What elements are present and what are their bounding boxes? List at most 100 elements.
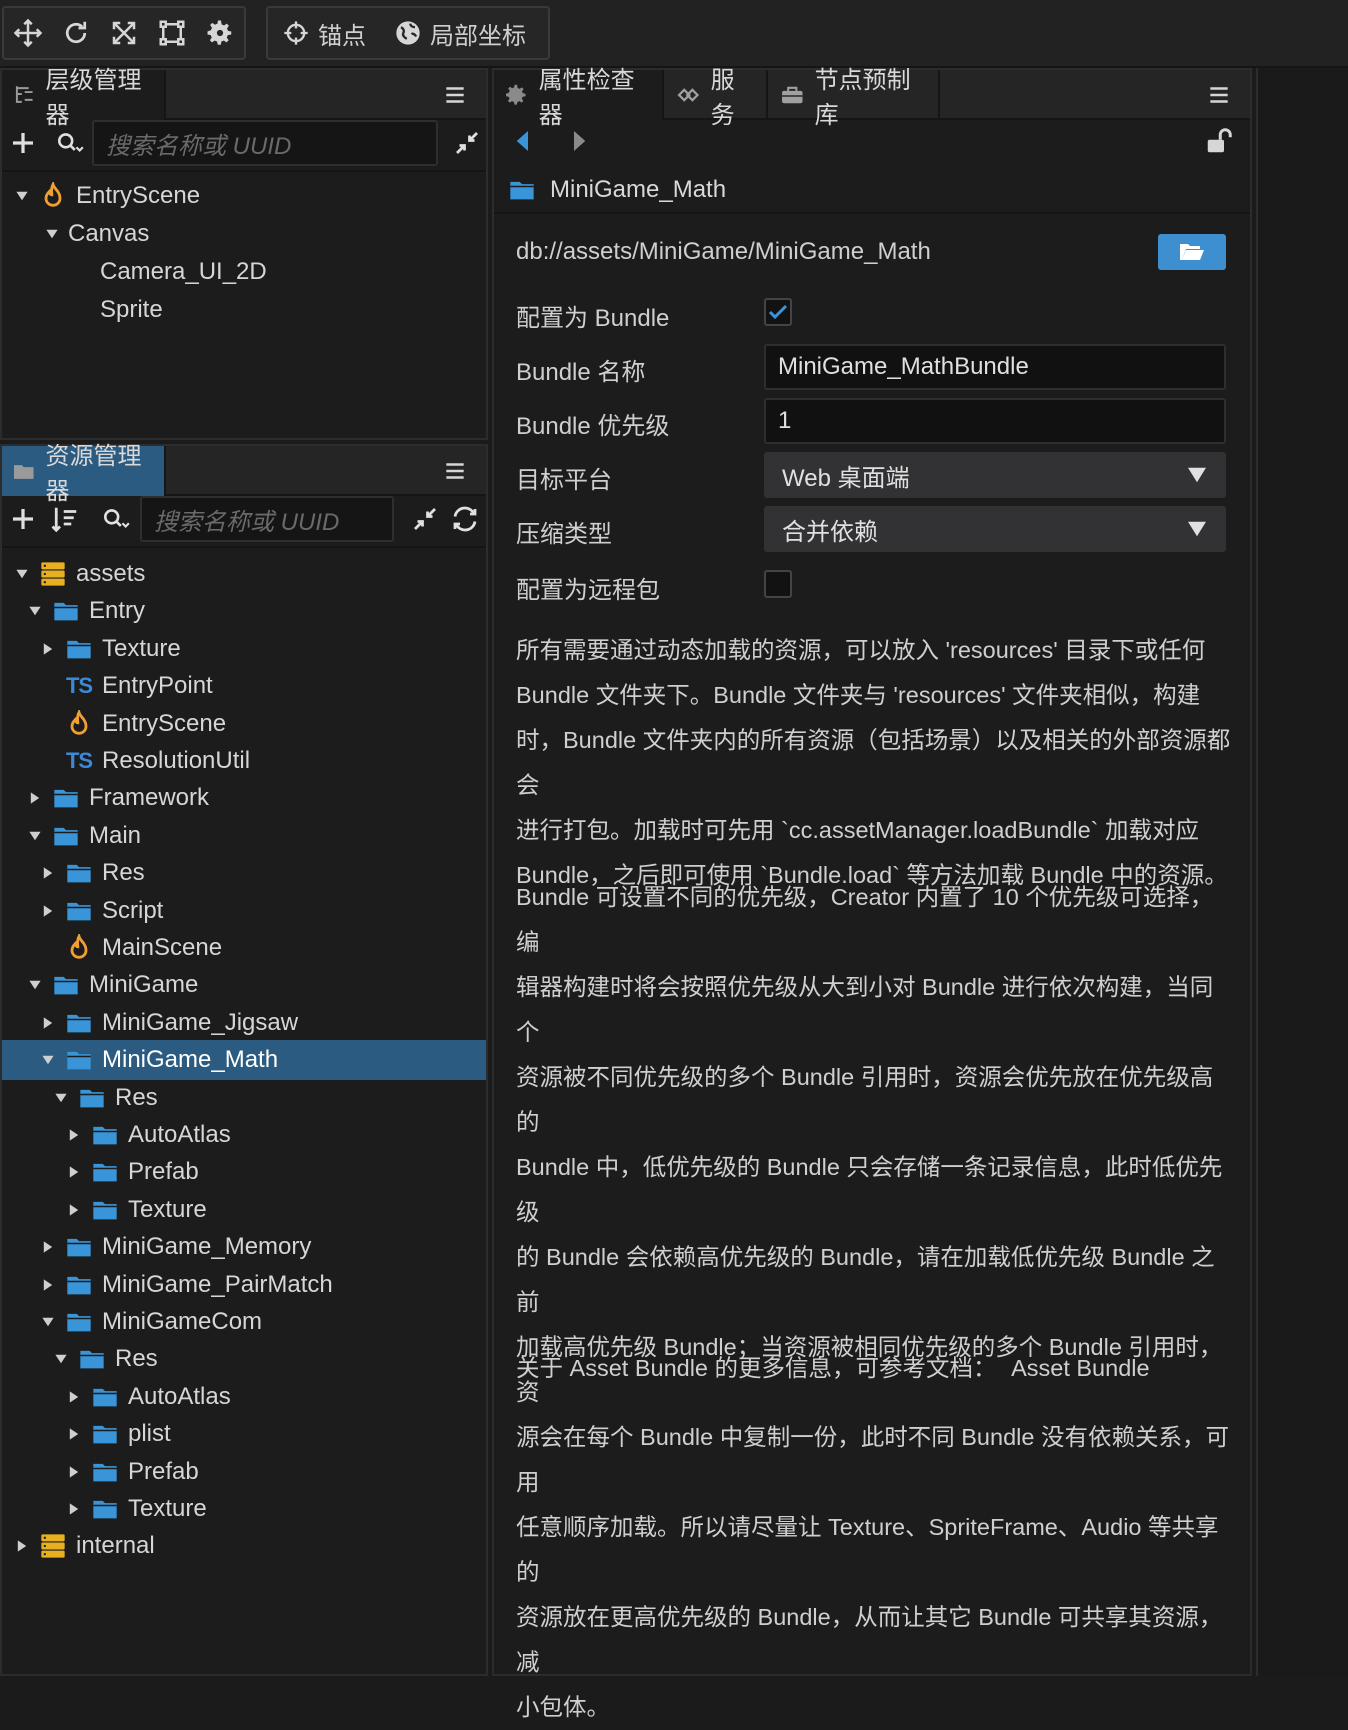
asset-item[interactable]: plist <box>2 1414 486 1454</box>
open-folder-button[interactable] <box>1158 234 1226 270</box>
hierarchy-search-input[interactable]: 搜索名称或 UUID <box>92 120 438 166</box>
add-asset-button[interactable] <box>6 502 40 536</box>
asset-item[interactable]: MiniGame <box>2 965 486 1005</box>
tab-services[interactable]: 服务 <box>666 67 768 129</box>
tab-inspector[interactable]: 属性检查器 <box>494 67 664 129</box>
folder-icon <box>13 465 34 479</box>
search-type-button[interactable] <box>96 502 136 536</box>
back-button[interactable] <box>506 124 540 158</box>
chevron-right-icon[interactable] <box>64 1125 84 1145</box>
chevron-right-icon[interactable] <box>38 901 58 921</box>
doc-link[interactable]: Asset Bundle <box>1011 1355 1149 1381</box>
anchor-toggle-button[interactable]: 锚点 <box>268 8 380 58</box>
tab-hierarchy[interactable]: 层级管理器 <box>2 67 166 129</box>
asset-item[interactable]: Texture <box>2 629 486 669</box>
priority-input[interactable]: 1 <box>764 398 1226 444</box>
asset-item[interactable]: Res <box>2 1078 486 1118</box>
asset-item[interactable]: Prefab <box>2 1452 486 1492</box>
chevron-right-icon[interactable] <box>38 1013 58 1033</box>
hierarchy-item-sprite[interactable]: Sprite <box>2 290 486 330</box>
hierarchy-item-entryscene[interactable]: EntryScene <box>2 176 486 216</box>
asset-item[interactable]: MiniGameCom <box>2 1302 486 1342</box>
asset-item[interactable]: Main <box>2 816 486 856</box>
chevron-right-icon[interactable] <box>64 1162 84 1182</box>
asset-item[interactable]: Script <box>2 891 486 931</box>
menu-icon[interactable] <box>1206 82 1232 108</box>
is-bundle-checkbox[interactable] <box>764 298 792 326</box>
menu-icon[interactable] <box>442 82 468 108</box>
folder-icon <box>77 1344 107 1374</box>
chevron-right-icon[interactable] <box>64 1387 84 1407</box>
rotate-tool-button[interactable] <box>52 8 100 58</box>
asset-item[interactable]: MainScene <box>2 928 486 968</box>
asset-item[interactable]: internal <box>2 1526 486 1566</box>
tree-label: Res <box>102 859 145 887</box>
asset-item[interactable]: TS EntryPoint <box>2 666 486 706</box>
chevron-down-icon[interactable] <box>25 975 45 995</box>
asset-item[interactable]: MiniGame_Jigsaw <box>2 1003 486 1043</box>
hierarchy-tab-bar: 层级管理器 <box>2 67 486 129</box>
move-tool-button[interactable] <box>4 8 52 58</box>
collapse-all-button[interactable] <box>408 502 442 536</box>
chevron-down-icon[interactable] <box>38 1050 58 1070</box>
hierarchy-item-canvas[interactable]: Canvas <box>2 214 486 254</box>
chevron-down-icon[interactable] <box>12 564 32 584</box>
chevron-right-icon[interactable] <box>64 1424 84 1444</box>
platform-select[interactable]: Web 桌面端 <box>764 452 1226 498</box>
bundle-name-input[interactable]: MiniGame_MathBundle <box>764 344 1226 390</box>
chevron-right-icon[interactable] <box>25 788 45 808</box>
chevron-down-icon[interactable] <box>51 1088 71 1108</box>
chevron-right-icon[interactable] <box>38 1275 58 1295</box>
search-type-button[interactable] <box>50 126 90 160</box>
chevron-right-icon[interactable] <box>12 1536 32 1556</box>
asset-item[interactable]: TS ResolutionUtil <box>2 741 486 781</box>
text-line: Bundle 可设置不同的优先级，Creator 内置了 10 个优先级可选择，… <box>516 884 1214 955</box>
tab-assets[interactable]: 资源管理器 <box>2 443 166 505</box>
asset-item[interactable]: MiniGame_Memory <box>2 1227 486 1267</box>
remote-checkbox[interactable] <box>764 570 792 598</box>
expand-arrow-icon[interactable] <box>12 186 32 206</box>
rect-tool-button[interactable] <box>148 8 196 58</box>
asset-item[interactable]: Texture <box>2 1190 486 1230</box>
collapse-all-button[interactable] <box>450 126 484 160</box>
lock-button[interactable] <box>1202 124 1236 158</box>
asset-item[interactable]: Entry <box>2 591 486 631</box>
assets-search-input[interactable]: 搜索名称或 UUID <box>140 496 394 542</box>
typescript-icon: TS <box>65 748 93 773</box>
menu-icon[interactable] <box>442 458 468 484</box>
chevron-down-icon[interactable] <box>38 1312 58 1332</box>
asset-item[interactable]: MiniGame_PairMatch <box>2 1265 486 1305</box>
coord-toggle-button[interactable]: 局部坐标 <box>380 8 540 58</box>
refresh-button[interactable] <box>448 502 482 536</box>
chevron-down-icon[interactable] <box>51 1349 71 1369</box>
sort-button[interactable] <box>48 502 82 536</box>
compression-select[interactable]: 合并依赖 <box>764 506 1226 552</box>
move-icon <box>13 18 43 48</box>
hierarchy-item-camera[interactable]: Camera_UI_2D <box>2 252 486 292</box>
chevron-right-icon[interactable] <box>38 1237 58 1257</box>
chevron-down-icon[interactable] <box>25 601 45 621</box>
asset-item[interactable]: Res <box>2 1339 486 1379</box>
asset-item[interactable]: AutoAtlas <box>2 1115 486 1155</box>
transform-tool-button[interactable] <box>196 8 244 58</box>
chevron-right-icon[interactable] <box>38 863 58 883</box>
sort-icon <box>51 507 77 533</box>
asset-item[interactable]: MiniGame_Math <box>2 1040 486 1081</box>
tab-node-library[interactable]: 节点预制库 <box>770 67 940 129</box>
chevron-right-icon[interactable] <box>64 1499 84 1519</box>
asset-item[interactable]: Prefab <box>2 1152 486 1192</box>
scale-tool-button[interactable] <box>100 8 148 58</box>
asset-item[interactable]: Texture <box>2 1489 486 1529</box>
chevron-right-icon[interactable] <box>64 1462 84 1482</box>
forward-button[interactable] <box>562 124 596 158</box>
asset-item[interactable]: Framework <box>2 778 486 818</box>
chevron-right-icon[interactable] <box>64 1200 84 1220</box>
chevron-down-icon[interactable] <box>25 826 45 846</box>
expand-arrow-icon[interactable] <box>42 224 62 244</box>
asset-item[interactable]: assets <box>2 554 486 594</box>
add-node-button[interactable] <box>6 126 40 160</box>
asset-item[interactable]: AutoAtlas <box>2 1377 486 1417</box>
asset-item[interactable]: Res <box>2 853 486 893</box>
asset-item[interactable]: EntryScene <box>2 704 486 744</box>
chevron-right-icon[interactable] <box>38 639 58 659</box>
